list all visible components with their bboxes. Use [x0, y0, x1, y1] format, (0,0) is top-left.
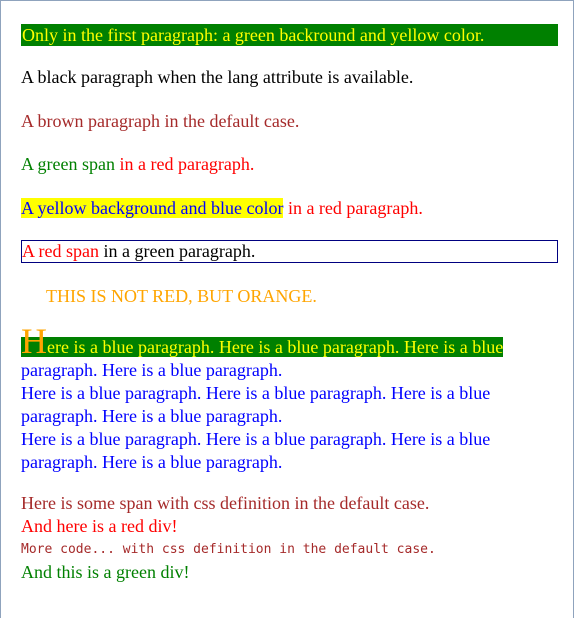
first-line-highlight: Here is a blue paragraph. Here is a blue…	[21, 323, 504, 359]
first-paragraph-green-bg: Only in the first paragraph: a green bac…	[21, 24, 558, 46]
yellow-bg-blue-span: A yellow background and blue color	[21, 198, 284, 218]
red-paragraph-text: in a red paragraph.	[114, 154, 255, 174]
black-paragraph: A black paragraph when the lang attribut…	[21, 67, 414, 87]
red-paragraph-with-green-span: A green span in a red paragraph.	[21, 153, 558, 176]
blue-paragraph-line: paragraph. Here is a blue paragraph.	[21, 360, 283, 380]
red-span: A red span	[22, 241, 99, 261]
blue-paragraph-line: paragraph. Here is a blue paragraph.	[21, 452, 283, 472]
orange-uppercase-paragraph: THIS IS NOT RED, BUT ORANGE.	[46, 286, 317, 306]
first-line-text: ere is a blue paragraph. Here is a blue …	[47, 337, 504, 357]
red-div: And here is a red div!	[21, 516, 178, 536]
paragraph-text: in a green paragraph.	[98, 241, 256, 261]
drop-cap-letter: H	[21, 321, 47, 361]
brown-span-line: Here is some span with css definition in…	[21, 493, 430, 513]
blue-paragraph-second: Here is a blue paragraph. Here is a blue…	[21, 382, 558, 428]
bordered-paragraph-with-red-span: A red span in a green paragraph.	[21, 240, 558, 263]
blue-paragraph-first: Here is a blue paragraph. Here is a blue…	[21, 323, 558, 382]
green-div: And this is a green div!	[21, 562, 190, 582]
code-line: More code... with css definition in the …	[21, 542, 436, 557]
green-span: A green span	[21, 154, 115, 174]
blue-paragraph-line: Here is a blue paragraph. Here is a blue…	[21, 429, 491, 449]
red-paragraph-with-yellow-span: A yellow background and blue color in a …	[21, 197, 558, 220]
page-content: Only in the first paragraph: a green bac…	[21, 24, 558, 584]
brown-paragraph: A brown paragraph in the default case.	[21, 111, 300, 131]
red-paragraph-text: in a red paragraph.	[283, 198, 423, 218]
blue-paragraph-third: Here is a blue paragraph. Here is a blue…	[21, 428, 558, 474]
blue-paragraph-line: Here is a blue paragraph. Here is a blue…	[21, 383, 491, 403]
blue-paragraph-line: paragraph. Here is a blue paragraph.	[21, 406, 283, 426]
